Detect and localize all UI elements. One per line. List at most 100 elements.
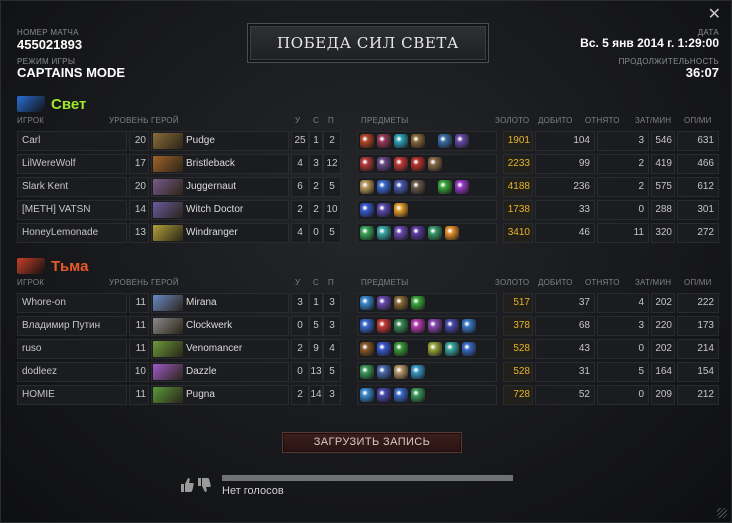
item-icon[interactable]	[394, 296, 408, 310]
item-icon[interactable]	[411, 319, 425, 333]
player-name[interactable]: HoneyLemonade	[17, 223, 127, 243]
deaths: 2	[309, 177, 323, 197]
item-icon[interactable]	[445, 342, 459, 356]
player-row[interactable]: HOMIE 11 Pugna 2 14 3 728 52 0 209 212	[17, 385, 719, 405]
deaths: 2	[309, 200, 323, 220]
player-name[interactable]: HOMIE	[17, 385, 127, 405]
player-name[interactable]: ruso	[17, 339, 127, 359]
player-name[interactable]: [METH] VATSN	[17, 200, 127, 220]
download-replay-button[interactable]: ЗАГРУЗИТЬ ЗАПИСЬ	[282, 432, 462, 453]
thumbs-down-icon[interactable]	[196, 477, 211, 493]
player-name[interactable]: Slark Kent	[17, 177, 127, 197]
item-icon[interactable]	[411, 180, 425, 194]
item-icon[interactable]	[377, 342, 391, 356]
item-icon[interactable]	[377, 365, 391, 379]
xp-per-min: 220	[651, 316, 675, 336]
item-icon[interactable]	[428, 226, 442, 240]
resize-grip-icon[interactable]	[717, 508, 727, 518]
player-row[interactable]: LilWereWolf 17 Bristleback 4 3 12 2233 99 2 419 46…	[17, 154, 719, 174]
player-row[interactable]: Владимир Путин 11 Clockwerk 0 5 3 378 68 3 220 173	[17, 316, 719, 336]
item-icon[interactable]	[360, 134, 374, 148]
item-icon[interactable]	[377, 388, 391, 402]
item-icon[interactable]	[360, 226, 374, 240]
hero-portrait-icon	[153, 364, 183, 380]
item-icon[interactable]	[377, 319, 391, 333]
column-header-deaths: С	[313, 278, 319, 287]
item-icon[interactable]	[462, 319, 476, 333]
gold-value: 2233	[503, 154, 533, 174]
item-icon[interactable]	[455, 180, 469, 194]
player-row[interactable]: Carl 20 Pudge 25 1 2 1901 104 3 546 631	[17, 131, 719, 151]
player-row[interactable]: Slark Kent 20 Juggernaut 6 2 5 4188 236 2 575 612	[17, 177, 719, 197]
player-row[interactable]: [METH] VATSN 14 Witch Doctor 2 2 10 1738 33 0 288…	[17, 200, 719, 220]
item-icon[interactable]	[377, 134, 391, 148]
item-icon[interactable]	[411, 157, 425, 171]
item-icon[interactable]	[394, 319, 408, 333]
item-icon[interactable]	[445, 226, 459, 240]
player-row[interactable]: HoneyLemonade 13 Windranger 4 0 5 3410 46 11 320 2…	[17, 223, 719, 243]
thumbs-up-icon[interactable]	[179, 477, 194, 493]
item-icon[interactable]	[445, 319, 459, 333]
item-icon[interactable]	[411, 388, 425, 402]
player-name[interactable]: Whore-on	[17, 293, 127, 313]
item-icon[interactable]	[360, 365, 374, 379]
item-icon[interactable]	[377, 203, 391, 217]
column-header-kills: У	[295, 116, 301, 125]
assists: 3	[323, 316, 341, 336]
items-cell	[357, 339, 497, 359]
item-icon[interactable]	[438, 134, 452, 148]
gold-value: 728	[503, 385, 533, 405]
player-level: 14	[129, 200, 149, 220]
item-icon[interactable]	[394, 203, 408, 217]
player-name[interactable]: Carl	[17, 131, 127, 151]
item-icon[interactable]	[394, 134, 408, 148]
item-icon[interactable]	[360, 319, 374, 333]
item-icon[interactable]	[394, 342, 408, 356]
match-duration: 36:07	[685, 65, 719, 80]
item-icon[interactable]	[360, 342, 374, 356]
deaths: 3	[309, 154, 323, 174]
player-name[interactable]: LilWereWolf	[17, 154, 127, 174]
item-icon[interactable]	[377, 180, 391, 194]
close-icon[interactable]: ✕	[708, 7, 721, 23]
item-icon[interactable]	[455, 134, 469, 148]
item-icon[interactable]	[360, 203, 374, 217]
item-icon[interactable]	[394, 226, 408, 240]
hero-name: Juggernaut	[186, 181, 237, 192]
item-icon[interactable]	[438, 180, 452, 194]
item-icon[interactable]	[411, 226, 425, 240]
xp-per-min: 546	[651, 131, 675, 151]
hero-cell: Pugna	[151, 385, 289, 405]
item-icon[interactable]	[394, 365, 408, 379]
download-replay-label: ЗАГРУЗИТЬ ЗАПИСЬ	[313, 436, 431, 448]
player-name[interactable]: dodleez	[17, 362, 127, 382]
item-icon[interactable]	[360, 180, 374, 194]
player-row[interactable]: Whore-on 11 Mirana 3 1 3 517 37 4 202 222	[17, 293, 719, 313]
gold-per-min: 612	[677, 177, 719, 197]
item-icon[interactable]	[377, 157, 391, 171]
denies: 2	[597, 177, 649, 197]
column-header-gold: ЗОЛОТО	[495, 278, 530, 287]
item-icon[interactable]	[428, 157, 442, 171]
item-icon[interactable]	[377, 226, 391, 240]
item-icon[interactable]	[377, 296, 391, 310]
item-icon[interactable]	[360, 388, 374, 402]
item-icon[interactable]	[360, 296, 374, 310]
item-icon[interactable]	[394, 388, 408, 402]
player-row[interactable]: ruso 11 Venomancer 2 9 4 528 43 0 202 214	[17, 339, 719, 359]
item-icon[interactable]	[428, 319, 442, 333]
last-hits: 68	[535, 316, 595, 336]
item-icon[interactable]	[462, 342, 476, 356]
hero-name: Windranger	[186, 227, 238, 238]
item-icon[interactable]	[411, 365, 425, 379]
item-icon[interactable]	[394, 180, 408, 194]
item-icon[interactable]	[360, 157, 374, 171]
item-icon[interactable]	[411, 296, 425, 310]
column-header-denies: ОТНЯТО	[585, 278, 620, 287]
player-row[interactable]: dodleez 10 Dazzle 0 13 5 528 31 5 164 154	[17, 362, 719, 382]
item-icon[interactable]	[428, 342, 442, 356]
column-header-xpm: ЗАТ/МИН	[635, 278, 672, 287]
player-name[interactable]: Владимир Путин	[17, 316, 127, 336]
item-icon[interactable]	[411, 134, 425, 148]
item-icon[interactable]	[394, 157, 408, 171]
